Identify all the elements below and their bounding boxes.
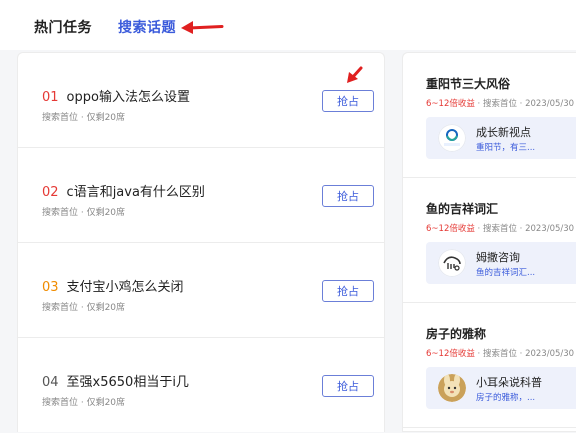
card-author: 姆撒咨询 xyxy=(476,251,520,264)
topic-item: 鱼的吉祥词汇 6~12倍收益 · 搜索首位 · 2023/05/30 姆撒咨询 … xyxy=(403,178,576,303)
grab-button[interactable]: 抢占 xyxy=(322,90,374,112)
topic-gain: 6~12倍收益 xyxy=(426,349,475,359)
task-item: 02 c语言和java有什么区别 搜索首位 · 仅剩20席 抢占 xyxy=(18,148,384,243)
task-item: 01 oppo输入法怎么设置 搜索首位 · 仅剩20席 抢占 xyxy=(18,53,384,148)
tab-hot-tasks[interactable]: 热门任务 xyxy=(34,17,92,37)
task-title: 04 至强x5650相当于i几 xyxy=(42,371,189,390)
task-number: 03 xyxy=(42,280,59,295)
task-number: 02 xyxy=(42,185,59,200)
topic-item: 重阳节三大风俗 6~12倍收益 · 搜索首位 · 2023/05/30 成长新视… xyxy=(403,53,576,178)
task-item: 04 至强x5650相当于i几 搜索首位 · 仅剩20席 抢占 xyxy=(18,338,384,433)
topic-meta-text: · 搜索首位 · 2023/05/30 xyxy=(474,99,575,109)
task-title-text: 至强x5650相当于i几 xyxy=(66,375,189,390)
topic-meta-text: · 搜索首位 · 2023/05/30 xyxy=(474,349,575,359)
card-desc: 鱼的吉祥词汇... xyxy=(476,268,536,278)
topic-title: 重阳节三大风俗 xyxy=(426,77,511,91)
annotation-arrow-left-icon xyxy=(181,21,224,34)
task-title-text: oppo输入法怎么设置 xyxy=(66,90,190,105)
fish-logo-icon xyxy=(438,249,466,277)
task-title: 02 c语言和java有什么区别 xyxy=(42,181,205,200)
topic-title: 鱼的吉祥词汇 xyxy=(426,202,499,216)
card-author: 小耳朵说科普 xyxy=(476,376,542,389)
task-subtitle: 搜索首位 · 仅剩20席 xyxy=(42,398,126,408)
task-number: 04 xyxy=(42,375,59,390)
task-item: 03 支付宝小鸡怎么关闭 搜索首位 · 仅剩20席 抢占 xyxy=(18,243,384,338)
topic-title: 房子的雅称 xyxy=(426,327,487,341)
grab-button[interactable]: 抢占 xyxy=(322,280,374,302)
topic-card[interactable]: 姆撒咨询 鱼的吉祥词汇... xyxy=(426,242,576,284)
top-tab-bar: 热门任务 搜索话题 xyxy=(0,0,576,50)
topic-meta: 6~12倍收益 · 搜索首位 · 2023/05/30 xyxy=(426,347,574,359)
topic-meta: 6~12倍收益 · 搜索首位 · 2023/05/30 xyxy=(426,97,574,109)
grab-button[interactable]: 抢占 xyxy=(322,185,374,207)
topic-gain: 6~12倍收益 xyxy=(426,99,475,109)
card-author: 成长新视点 xyxy=(476,126,531,139)
topic-gain: 6~12倍收益 xyxy=(426,224,475,234)
rabbit-avatar-icon xyxy=(438,374,466,402)
task-subtitle: 搜索首位 · 仅剩20席 xyxy=(42,208,126,218)
task-subtitle: 搜索首位 · 仅剩20席 xyxy=(42,303,126,313)
task-title-text: 支付宝小鸡怎么关闭 xyxy=(66,280,184,295)
task-list: 01 oppo输入法怎么设置 搜索首位 · 仅剩20席 抢占 02 c语言和java… xyxy=(17,52,385,432)
topic-meta: 6~12倍收益 · 搜索首位 · 2023/05/30 xyxy=(426,222,574,234)
topic-card[interactable]: 小耳朵说科普 房子的雅称，... xyxy=(426,367,576,409)
topic-card[interactable]: 成长新视点 重阳节，有三... xyxy=(426,117,576,159)
task-title-text: c语言和java有什么区别 xyxy=(66,185,205,200)
card-desc: 重阳节，有三... xyxy=(476,143,536,153)
task-subtitle: 搜索首位 · 仅剩20席 xyxy=(42,113,126,123)
annotation-arrow-down-icon xyxy=(347,66,363,83)
card-desc: 房子的雅称，... xyxy=(476,393,536,403)
tab-search-topics[interactable]: 搜索话题 xyxy=(118,17,176,37)
topic-list: 重阳节三大风俗 6~12倍收益 · 搜索首位 · 2023/05/30 成长新视… xyxy=(402,52,576,432)
grab-button[interactable]: 抢占 xyxy=(322,375,374,397)
growth-logo-icon xyxy=(438,124,466,152)
topic-item: 房子的雅称 6~12倍收益 · 搜索首位 · 2023/05/30 小耳朵说科普… xyxy=(403,303,576,428)
task-title: 03 支付宝小鸡怎么关闭 xyxy=(42,276,184,295)
task-number: 01 xyxy=(42,90,59,105)
topic-meta-text: · 搜索首位 · 2023/05/30 xyxy=(474,224,575,234)
task-title: 01 oppo输入法怎么设置 xyxy=(42,86,190,105)
